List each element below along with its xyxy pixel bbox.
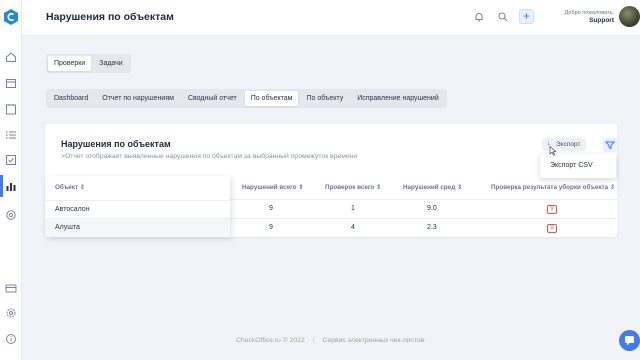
cell-result-badge[interactable]: 9 (547, 224, 557, 233)
mouse-cursor-icon (549, 146, 557, 156)
chat-button[interactable] (619, 330, 640, 351)
report-tabs: Dashboard Отчет по нарушениям Сводный от… (46, 89, 447, 108)
footer-tagline: Сервис электронных чек-листов. (322, 337, 427, 344)
export-label: Экспорт (556, 141, 581, 148)
col-header-cleaning-result[interactable]: Проверка результата уборки объекта ⇕ (491, 184, 615, 191)
list-icon[interactable] (5, 129, 17, 141)
footer-copyright[interactable]: CheckOffice.ru © 2022 (236, 337, 305, 344)
user-name[interactable]: Support (542, 17, 614, 25)
reports-icon[interactable] (5, 180, 17, 192)
filter-icon (604, 141, 616, 150)
settings-icon[interactable] (5, 209, 17, 221)
col-header-checks[interactable]: Проверок всего ⇕ (325, 184, 381, 191)
welcome-block: Добро пожаловать, Support (542, 9, 614, 25)
report-title: Нарушения по объектам (61, 139, 171, 149)
welcome-text: Добро пожаловать, (564, 10, 614, 16)
gear-icon[interactable] (5, 307, 17, 319)
report-description: >Отчет отображает выявленные нарушения п… (61, 153, 358, 160)
cell-violations: 9 (269, 224, 273, 231)
col-header-violations[interactable]: Нарушений всего ⇕ (242, 184, 304, 191)
bell-icon[interactable] (473, 11, 485, 23)
cell-avg: 2.3 (427, 224, 437, 231)
tab-summary-report[interactable]: Сводный отчет (182, 91, 243, 106)
search-icon[interactable] (497, 11, 509, 23)
table-row[interactable]: Автосалон (45, 200, 230, 218)
export-dropdown: Экспорт CSV (540, 154, 616, 178)
billing-icon[interactable] (5, 282, 17, 294)
tab-violations-report[interactable]: Отчет по нарушениям (96, 91, 180, 106)
checklist-icon[interactable] (5, 154, 17, 166)
table-row[interactable]: Алушта (45, 218, 230, 237)
export-csv-option[interactable]: Экспорт CSV (550, 162, 593, 169)
topbar: Нарушения по объектам + Добро пожаловать… (22, 0, 640, 36)
cell-result-badge[interactable]: 9 (547, 205, 557, 214)
add-button[interactable]: + (519, 9, 534, 24)
home-icon[interactable] (5, 51, 17, 63)
schedule-icon[interactable] (5, 103, 17, 115)
col-header-object[interactable]: Объект ⇕ (55, 184, 85, 191)
col-header-avg[interactable]: Нарушений сред ⇕ (403, 184, 462, 191)
tab-dashboard[interactable]: Dashboard (48, 91, 94, 106)
chat-icon (625, 336, 634, 346)
frozen-object-column: Объект ⇕ Автосалон Алушта (45, 176, 230, 237)
top-tabs: Проверки Задачи (46, 54, 131, 73)
logo-icon[interactable] (4, 9, 18, 25)
footer-separator: | (312, 337, 315, 344)
tab-by-objects[interactable]: По объектам (244, 91, 299, 106)
cell-checks: 4 (351, 224, 355, 231)
footer: CheckOffice.ru © 2022 | Сервис электронных… (236, 337, 426, 344)
sidebar (0, 0, 22, 360)
tab-tasks[interactable]: Задачи (93, 56, 129, 71)
cell-checks: 1 (351, 205, 355, 212)
page-title: Нарушения по объектам (46, 11, 174, 23)
tab-inspections[interactable]: Проверки (48, 56, 92, 71)
calendar-icon[interactable] (5, 77, 17, 89)
tab-by-object[interactable]: По объекту (300, 91, 349, 106)
info-icon[interactable] (5, 333, 17, 345)
avatar[interactable] (619, 6, 640, 27)
sidebar-active-indicator (0, 175, 3, 197)
cell-object: Автосалон (55, 206, 90, 213)
cell-object: Алушта (55, 224, 80, 231)
filter-button[interactable] (603, 138, 617, 152)
tab-violation-fixes[interactable]: Исправление нарушений (351, 91, 445, 106)
cell-avg: 9.0 (427, 205, 437, 212)
cell-violations: 9 (269, 205, 273, 212)
